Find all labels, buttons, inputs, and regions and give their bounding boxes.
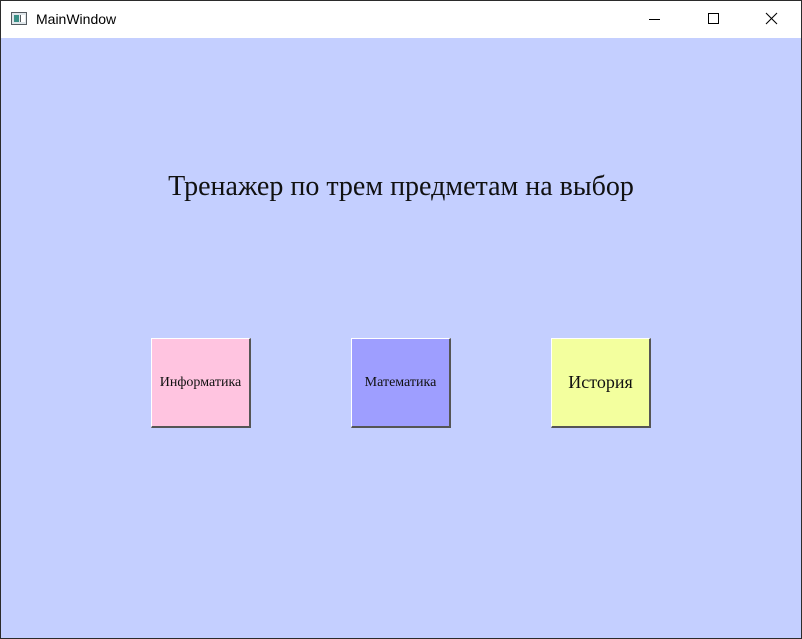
maximize-icon: [708, 13, 719, 24]
minimize-icon: [649, 19, 660, 20]
app-window-icon: [11, 12, 27, 25]
informatics-button[interactable]: Информатика: [151, 338, 251, 428]
history-button[interactable]: История: [551, 338, 651, 428]
close-icon: [765, 12, 778, 25]
math-button[interactable]: Математика: [351, 338, 451, 428]
main-window: MainWindow Тренажер по трем предметам на…: [0, 0, 802, 639]
maximize-button[interactable]: [685, 1, 743, 38]
window-title: MainWindow: [36, 11, 117, 27]
content-area: Тренажер по трем предметам на выбор Инфо…: [1, 38, 801, 638]
minimize-button[interactable]: [627, 1, 685, 38]
page-title: Тренажер по трем предметам на выбор: [168, 171, 634, 202]
title-bar[interactable]: MainWindow: [1, 1, 801, 38]
close-button[interactable]: [743, 1, 801, 38]
